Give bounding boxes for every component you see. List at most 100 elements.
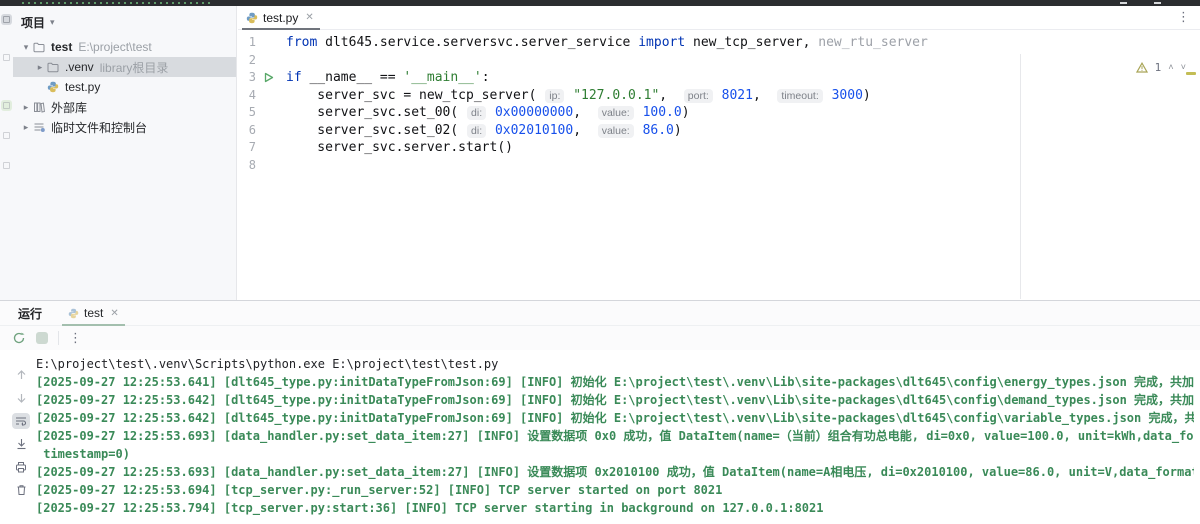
gutter-space	[256, 157, 282, 175]
editor-area: test.py ✕ ⋮ 1from dlt645.service.servers…	[238, 6, 1200, 300]
scrollbar-warning-mark[interactable]	[1186, 72, 1196, 75]
gutter-space	[256, 52, 282, 70]
parameter-hint: port:	[684, 89, 713, 103]
arrow-down-icon[interactable]	[12, 390, 30, 406]
stripe-icon[interactable]	[1, 130, 12, 141]
tree-item-external-libraries[interactable]: ▸外部库	[13, 97, 236, 117]
parameter-hint: value:	[598, 124, 634, 138]
tree-item-venv-folder[interactable]: ▸.venvlibrary根目录	[13, 57, 236, 77]
project-tree: ▾testE:\project\test▸.venvlibrary根目录 test…	[13, 37, 236, 137]
hard-wrap-guide	[1020, 54, 1021, 299]
folder-icon	[47, 61, 61, 73]
run-toolbar: ⋮	[0, 326, 1200, 350]
line-number: 4	[238, 87, 256, 105]
warning-icon	[1136, 62, 1148, 73]
toolbar-separator	[58, 331, 59, 345]
tab-options-kebab-icon[interactable]: ⋮	[1177, 9, 1190, 25]
console-line: [2025-09-27 12:25:53.642] [dlt645_type.p…	[36, 409, 1194, 427]
console-line: [2025-09-27 12:25:53.641] [dlt645_type.p…	[36, 373, 1194, 391]
tab-label: test.py	[263, 11, 298, 25]
console-line: timestamp=0)	[36, 445, 1194, 463]
chevron-right-icon[interactable]: ▸	[33, 62, 47, 73]
project-panel-header[interactable]: 项目 ▾	[13, 6, 236, 37]
console-line: [2025-09-27 12:25:53.693] [data_handler.…	[36, 427, 1194, 445]
python-icon	[47, 81, 61, 93]
more-options-kebab-icon[interactable]: ⋮	[69, 330, 82, 346]
code-line: 4 server_svc = new_tcp_server( ip: "127.…	[238, 87, 1200, 105]
project-stripe-icon[interactable]	[1, 14, 12, 25]
line-number: 2	[238, 52, 256, 70]
code-text: server_svc.server.start()	[286, 139, 513, 157]
console-line: [2025-09-27 12:25:53.694] [tcp_server.py…	[36, 481, 1194, 499]
folder-icon	[33, 41, 47, 53]
rerun-icon[interactable]	[12, 331, 26, 345]
gutter-space	[256, 34, 282, 52]
line-number: 6	[238, 122, 256, 140]
python-run-icon	[68, 308, 79, 319]
chevron-right-icon[interactable]: ▸	[19, 122, 33, 133]
gutter-space	[256, 87, 282, 105]
next-problem-chevron-down-icon[interactable]: ˅	[1181, 63, 1186, 73]
close-icon[interactable]: ✕	[110, 308, 118, 319]
tree-item-hint: library根目录	[100, 59, 169, 76]
titlebar-mark	[1154, 2, 1161, 4]
soft-wrap-icon[interactable]	[12, 413, 30, 429]
gutter-space	[256, 122, 282, 140]
print-icon[interactable]	[12, 459, 30, 475]
console-line: E:\project\test\.venv\Scripts\python.exe…	[36, 355, 1194, 373]
line-number: 7	[238, 139, 256, 157]
stripe-icon[interactable]	[1, 160, 12, 171]
console-output[interactable]: E:\project\test\.venv\Scripts\python.exe…	[36, 355, 1194, 524]
console-line: [2025-09-27 12:25:53.642] [dlt645_type.p…	[36, 391, 1194, 409]
tree-item-scratches-consoles[interactable]: ▸ 临时文件和控制台	[13, 117, 236, 137]
scratch-icon	[33, 121, 47, 133]
library-icon	[33, 101, 47, 113]
close-icon[interactable]: ✕	[305, 12, 313, 23]
warning-count: 1	[1155, 61, 1162, 74]
inspection-widget[interactable]: 1 ˄ ˅	[1136, 61, 1186, 74]
parameter-hint: di:	[467, 106, 486, 120]
scroll-to-end-icon[interactable]	[12, 436, 30, 452]
stripe-icon[interactable]	[1, 52, 12, 63]
line-number: 8	[238, 157, 256, 175]
titlebar-mark	[1120, 2, 1127, 4]
code-editor[interactable]: 1from dlt645.service.serversvc.server_se…	[238, 30, 1200, 299]
code-line: 2	[238, 52, 1200, 70]
clear-trash-icon[interactable]	[12, 482, 30, 498]
code-line: 6 server_svc.set_02( di: 0x02010100, val…	[238, 122, 1200, 140]
tree-item-label: test.py	[65, 80, 100, 94]
console-toolbar	[10, 367, 32, 498]
tab-test-py[interactable]: test.py ✕	[238, 6, 324, 30]
console-line: [2025-09-27 12:25:53.794] [tcp_server.py…	[36, 499, 1194, 517]
gutter-space	[256, 104, 282, 122]
run-gutter-icon[interactable]	[256, 69, 282, 87]
parameter-hint: ip:	[545, 89, 564, 103]
stop-icon[interactable]	[36, 332, 48, 344]
editor-tab-bar: test.py ✕ ⋮	[238, 6, 1200, 30]
project-panel: 项目 ▾ ▾testE:\project\test▸.venvlibrary根目…	[13, 6, 237, 300]
code-line: 1from dlt645.service.serversvc.server_se…	[238, 34, 1200, 52]
code-line: 5 server_svc.set_00( di: 0x00000000, val…	[238, 104, 1200, 122]
code-text: server_svc.set_02( di: 0x02010100, value…	[286, 122, 682, 140]
parameter-hint: value:	[598, 106, 634, 120]
tree-item-label: 临时文件和控制台	[51, 119, 147, 136]
arrow-up-icon[interactable]	[12, 367, 30, 383]
tree-item-project-root[interactable]: ▾testE:\project\test	[13, 37, 236, 57]
console-line: [2025-09-27 12:25:53.693] [data_handler.…	[36, 463, 1194, 481]
prev-problem-chevron-up-icon[interactable]: ˄	[1168, 63, 1173, 73]
project-panel-title: 项目	[21, 14, 45, 31]
run-tab-test[interactable]: test ✕	[62, 301, 125, 326]
run-panel-title: 运行	[18, 305, 42, 322]
gutter-space	[256, 139, 282, 157]
code-line: 7 server_svc.server.start()	[238, 139, 1200, 157]
tree-item-test-py-file[interactable]: test.py	[13, 77, 236, 97]
line-number: 1	[238, 34, 256, 52]
chevron-right-icon[interactable]: ▸	[19, 102, 33, 113]
stripe-icon[interactable]	[1, 100, 12, 111]
run-tab-label: test	[84, 306, 103, 320]
parameter-hint: di:	[467, 124, 486, 138]
run-panel: 运行 test ✕ ⋮	[0, 300, 1200, 524]
run-panel-header: 运行 test ✕	[0, 301, 1200, 326]
chevron-down-icon[interactable]: ▾	[19, 42, 33, 53]
parameter-hint: timeout:	[777, 89, 822, 103]
